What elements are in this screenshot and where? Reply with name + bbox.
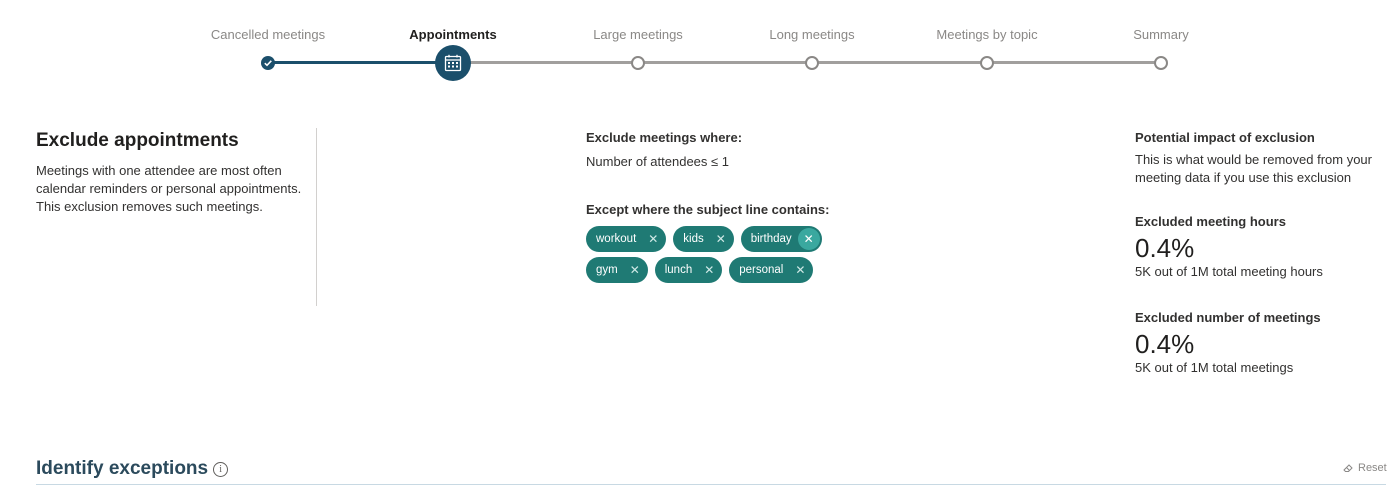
excluded-meetings-label: Excluded number of meetings <box>1135 310 1321 325</box>
keyword-chip-label: personal <box>739 264 784 276</box>
step-node-large-meetings[interactable] <box>631 56 645 70</box>
impact-title: Potential impact of exclusion <box>1135 130 1315 145</box>
keyword-chip-label: birthday <box>750 233 792 245</box>
step-node-long-meetings[interactable] <box>805 56 819 70</box>
keyword-chip-label: gym <box>596 264 618 276</box>
excluded-hours-metric: Excluded meeting hours 0.4% 5K out of 1M… <box>1135 214 1385 281</box>
excluded-meetings-metric: Excluded number of meetings 0.4% 5K out … <box>1135 310 1385 377</box>
excluded-meetings-detail: 5K out of 1M total meetings <box>1135 360 1294 375</box>
section-title-identify-exceptions: Identify exceptions i <box>36 458 229 480</box>
keyword-chip-label: lunch <box>664 264 693 276</box>
remove-keyword-icon[interactable]: ✕ <box>789 259 811 281</box>
keyword-chip-row: workout ✕ kids ✕ birthday ✕ <box>586 226 822 252</box>
info-icon[interactable]: i <box>213 461 229 477</box>
keyword-chip-personal[interactable]: personal ✕ <box>729 257 814 283</box>
excluded-hours-value: 0.4% <box>1135 233 1195 263</box>
exclude-condition: Number of attendees ≤ 1 <box>586 154 729 169</box>
step-node-meetings-by-topic[interactable] <box>980 56 994 70</box>
remove-keyword-icon[interactable]: ✕ <box>642 228 664 250</box>
page-title: Exclude appointments <box>36 130 239 151</box>
excluded-meetings-value: 0.4% <box>1135 329 1195 359</box>
calendar-icon <box>444 54 462 72</box>
keyword-chip-workout[interactable]: workout ✕ <box>586 226 667 252</box>
step-node-appointments[interactable] <box>435 45 471 81</box>
step-label-appointments[interactable]: Appointments <box>363 27 543 42</box>
step-label-large-meetings[interactable]: Large meetings <box>548 27 728 42</box>
step-node-cancelled-meetings[interactable] <box>261 56 275 70</box>
intro-description: Meetings with one attendee are most ofte… <box>36 163 302 214</box>
progress-stepper: Cancelled meetings Appointments Large me… <box>0 0 1398 100</box>
reset-button[interactable]: Reset <box>1342 462 1387 474</box>
keyword-chip-kids[interactable]: kids ✕ <box>673 226 734 252</box>
keyword-chip-row: gym ✕ lunch ✕ personal ✕ <box>586 257 814 283</box>
keyword-chip-gym[interactable]: gym ✕ <box>586 257 648 283</box>
keyword-chip-birthday[interactable]: birthday ✕ <box>740 226 822 252</box>
remove-keyword-icon[interactable]: ✕ <box>698 259 720 281</box>
remove-keyword-icon[interactable]: ✕ <box>710 228 732 250</box>
step-node-summary[interactable] <box>1154 56 1168 70</box>
keyword-chip-lunch[interactable]: lunch ✕ <box>654 257 723 283</box>
checkmark-icon <box>264 60 272 67</box>
remove-keyword-icon[interactable]: ✕ <box>624 259 646 281</box>
eraser-icon <box>1343 464 1353 472</box>
section-divider <box>36 484 1386 485</box>
exclude-heading: Exclude meetings where: <box>586 130 743 145</box>
except-heading: Except where the subject line contains: <box>586 202 830 217</box>
column-divider <box>316 128 317 306</box>
stepper-track-completed <box>268 61 453 64</box>
keyword-chip-label: kids <box>683 233 704 245</box>
impact-description: This is what would be removed from your … <box>1135 152 1372 185</box>
step-label-cancelled-meetings[interactable]: Cancelled meetings <box>178 27 358 42</box>
step-label-meetings-by-topic[interactable]: Meetings by topic <box>897 27 1077 42</box>
reset-label: Reset <box>1358 462 1387 474</box>
excluded-hours-detail: 5K out of 1M total meeting hours <box>1135 264 1323 279</box>
section-title-text: Identify exceptions <box>36 458 209 479</box>
step-label-summary[interactable]: Summary <box>1071 27 1251 42</box>
keyword-chip-label: workout <box>596 233 637 245</box>
remove-keyword-icon[interactable]: ✕ <box>797 228 820 250</box>
impact-header: Potential impact of exclusion This is wh… <box>1135 130 1385 187</box>
step-label-long-meetings[interactable]: Long meetings <box>722 27 902 42</box>
excluded-hours-label: Excluded meeting hours <box>1135 214 1286 229</box>
